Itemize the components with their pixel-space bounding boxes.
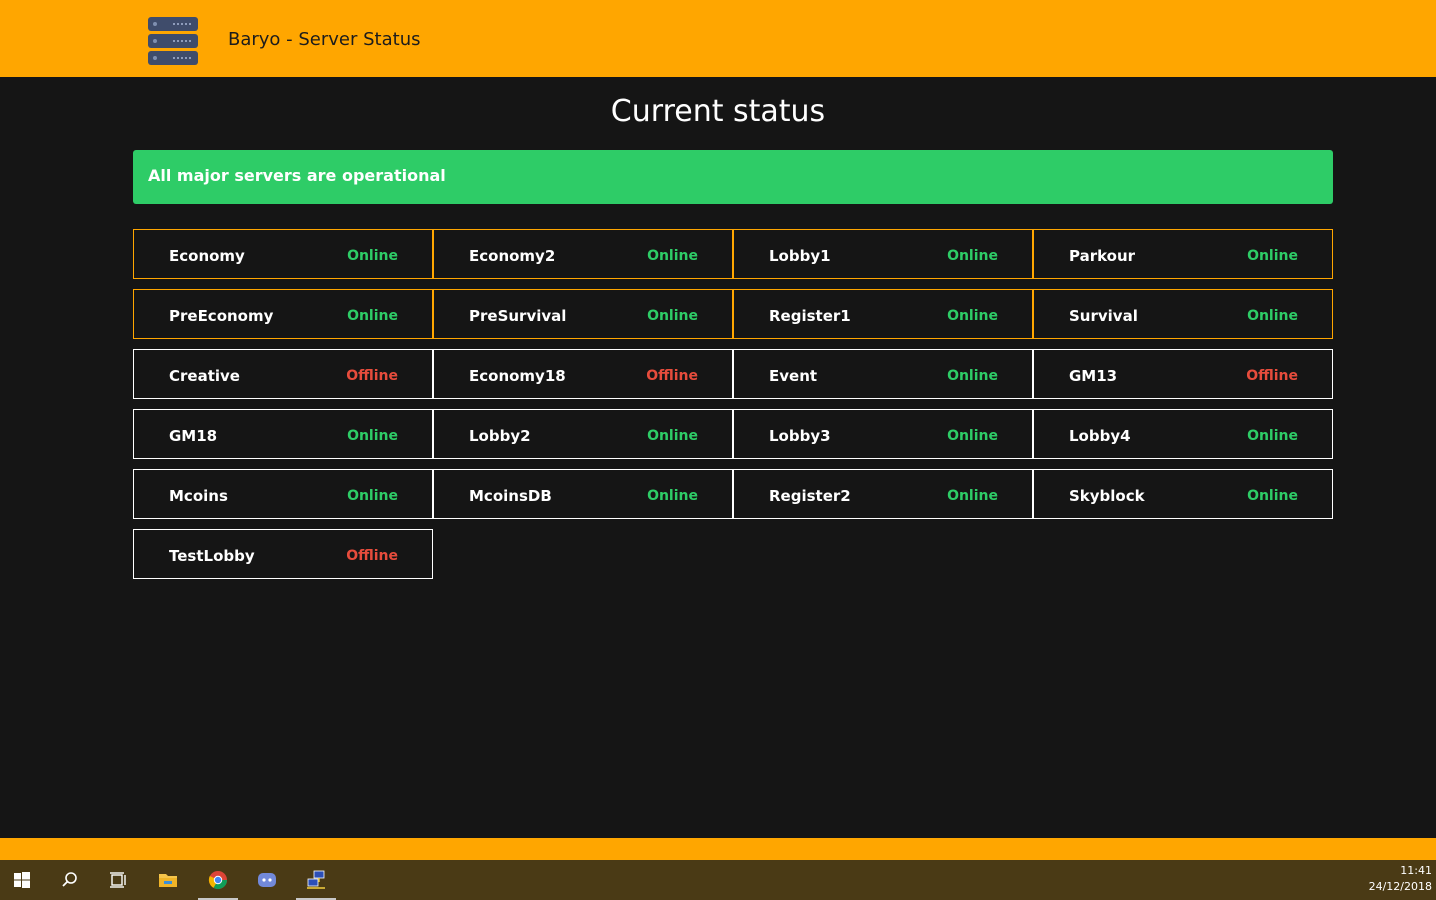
server-name: PreEconomy <box>169 307 274 325</box>
server-card: Lobby2 Online <box>433 409 733 459</box>
server-status: Online <box>647 428 698 444</box>
server-status: Offline <box>646 368 698 384</box>
server-card: Mcoins Online <box>133 469 433 519</box>
server-card: GM13 Offline <box>1033 349 1333 399</box>
server-name: Event <box>769 367 818 385</box>
server-status: Online <box>947 428 998 444</box>
server-rack-icon[interactable] <box>147 16 199 66</box>
server-card: Event Online <box>733 349 1033 399</box>
server-name: Mcoins <box>169 487 228 505</box>
chrome-icon[interactable] <box>198 860 238 900</box>
site-header: Baryo - Server Status <box>0 0 1436 77</box>
taskbar: 11:41 24/12/2018 <box>0 860 1436 900</box>
server-name: Survival <box>1069 307 1138 325</box>
server-card: McoinsDB Online <box>433 469 733 519</box>
server-card: Register2 Online <box>733 469 1033 519</box>
server-status: Online <box>347 488 398 504</box>
server-card: Lobby4 Online <box>1033 409 1333 459</box>
server-name: PreSurvival <box>469 307 567 325</box>
server-status: Online <box>947 308 998 324</box>
server-name: Creative <box>169 367 240 385</box>
server-status: Offline <box>1246 368 1298 384</box>
task-view-icon[interactable] <box>98 860 138 900</box>
server-name: Economy18 <box>469 367 566 385</box>
server-card: Parkour Online <box>1033 229 1333 279</box>
server-card: TestLobby Offline <box>133 529 433 579</box>
server-name: Economy2 <box>469 247 556 265</box>
server-card: Economy Online <box>133 229 433 279</box>
server-status: Online <box>1247 488 1298 504</box>
file-explorer-icon[interactable] <box>148 860 188 900</box>
server-card: Survival Online <box>1033 289 1333 339</box>
server-card: PreSurvival Online <box>433 289 733 339</box>
server-status: Offline <box>346 548 398 564</box>
server-status: Online <box>347 428 398 444</box>
server-name: Lobby3 <box>769 427 831 445</box>
server-status: Online <box>1247 248 1298 264</box>
server-status: Online <box>347 308 398 324</box>
server-name: Lobby1 <box>769 247 831 265</box>
server-card: GM18 Online <box>133 409 433 459</box>
server-card: Lobby3 Online <box>733 409 1033 459</box>
status-alert-text: All major servers are operational <box>148 166 446 185</box>
server-status: Online <box>647 488 698 504</box>
server-status: Online <box>947 248 998 264</box>
server-name: Parkour <box>1069 247 1136 265</box>
server-status: Online <box>947 368 998 384</box>
status-alert: All major servers are operational <box>133 150 1333 204</box>
server-name: TestLobby <box>169 547 255 565</box>
system-clock[interactable]: 11:41 24/12/2018 <box>1369 863 1432 895</box>
site-title[interactable]: Baryo - Server Status <box>228 29 421 50</box>
clock-date: 24/12/2018 <box>1368 880 1432 893</box>
server-name: Economy <box>169 247 245 265</box>
server-card: Economy2 Online <box>433 229 733 279</box>
discord-icon[interactable] <box>247 860 287 900</box>
server-card: PreEconomy Online <box>133 289 433 339</box>
server-status: Online <box>347 248 398 264</box>
server-name: Register1 <box>769 307 851 325</box>
server-status: Online <box>647 308 698 324</box>
server-name: Lobby2 <box>469 427 531 445</box>
server-card: Lobby1 Online <box>733 229 1033 279</box>
server-card: Economy18 Offline <box>433 349 733 399</box>
server-status: Online <box>1247 428 1298 444</box>
server-name: GM13 <box>1069 367 1118 385</box>
server-status: Online <box>1247 308 1298 324</box>
server-name: Register2 <box>769 487 851 505</box>
windows-start-icon[interactable] <box>2 860 42 900</box>
server-status: Online <box>947 488 998 504</box>
clock-time: 11:41 <box>1400 864 1432 877</box>
server-status: Offline <box>346 368 398 384</box>
server-name: Lobby4 <box>1069 427 1131 445</box>
server-card: Skyblock Online <box>1033 469 1333 519</box>
server-name: GM18 <box>169 427 218 445</box>
server-name: McoinsDB <box>469 487 552 505</box>
network-app-icon[interactable] <box>296 860 336 900</box>
server-status: Online <box>647 248 698 264</box>
server-name: Skyblock <box>1069 487 1145 505</box>
page-title: Current status <box>610 94 826 129</box>
footer-band <box>0 838 1436 860</box>
search-icon[interactable] <box>50 860 90 900</box>
server-card: Creative Offline <box>133 349 433 399</box>
server-card: Register1 Online <box>733 289 1033 339</box>
